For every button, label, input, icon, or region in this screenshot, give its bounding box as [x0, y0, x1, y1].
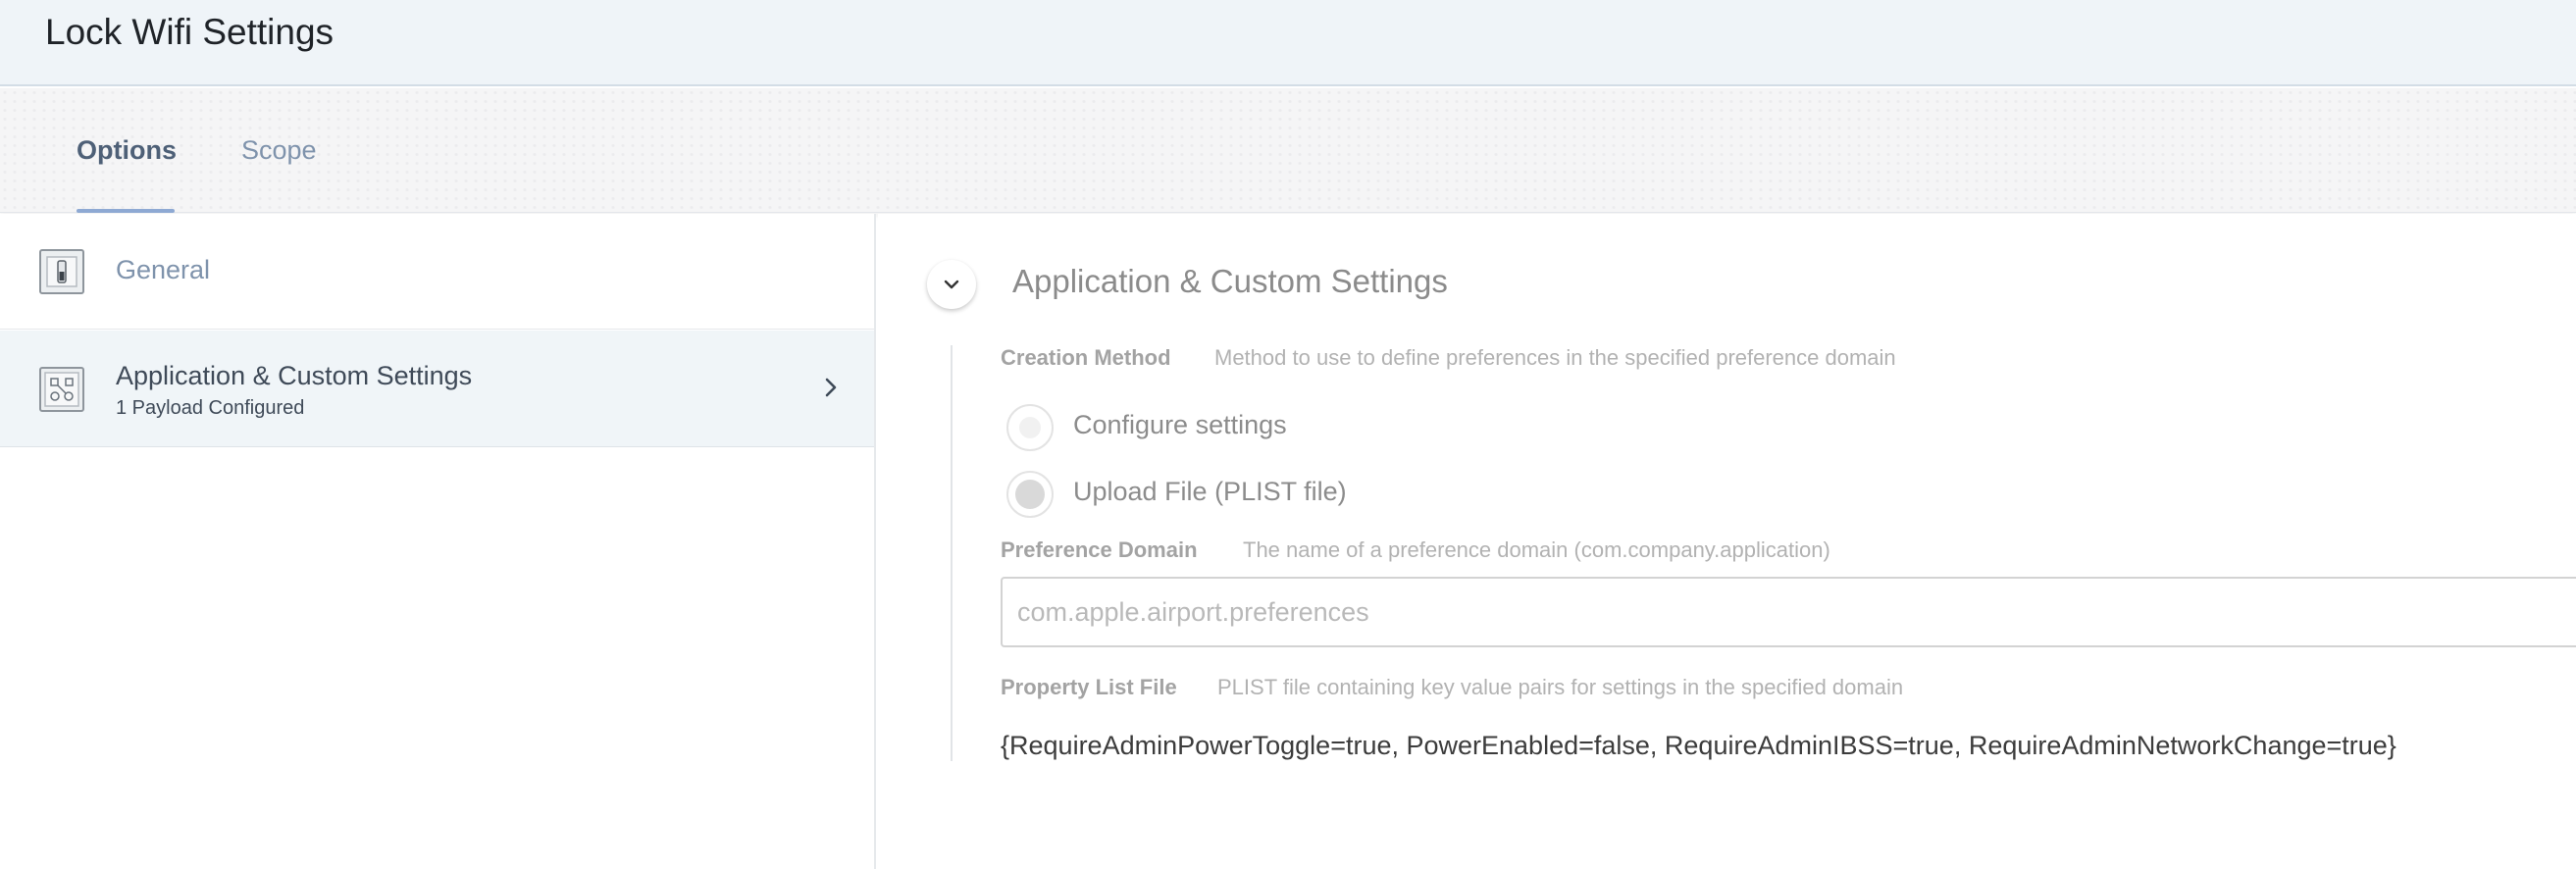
sidebar-item-label: Application & Custom Settings: [116, 361, 473, 390]
sidebar: General Application & Custom Settings 1 …: [0, 214, 876, 869]
radio-label-configure-settings: Configure settings: [1073, 410, 1287, 439]
property-list-label: Property List File: [1001, 675, 1177, 699]
preference-domain-input[interactable]: [1001, 577, 2576, 647]
tab-bar: Options Scope: [0, 88, 2576, 213]
switch-icon: [39, 249, 84, 294]
app-settings-icon: [39, 367, 84, 412]
creation-method-description: Method to use to define preferences in t…: [1214, 345, 1896, 370]
preference-domain-description: The name of a preference domain (com.com…: [1243, 537, 1830, 562]
section-divider: [951, 345, 953, 761]
chevron-right-icon[interactable]: [820, 377, 842, 398]
payload-count: 1 Payload Configured: [116, 397, 305, 419]
preference-domain-label: Preference Domain: [1001, 537, 1198, 562]
collapse-button[interactable]: [927, 260, 976, 309]
creation-method-label: Creation Method: [1001, 345, 1171, 370]
sidebar-item-general[interactable]: General: [0, 214, 874, 330]
main-panel: Application & Custom Settings Creation M…: [878, 214, 2576, 869]
tab-options[interactable]: Options: [77, 88, 177, 213]
sidebar-item-app-custom-settings[interactable]: Application & Custom Settings 1 Payload …: [0, 331, 874, 447]
section-title: Application & Custom Settings: [1012, 263, 1448, 299]
radio-label-upload-file: Upload File (PLIST file): [1073, 477, 1347, 506]
header-bar: Lock Wifi Settings: [0, 0, 2576, 86]
page-title: Lock Wifi Settings: [45, 12, 335, 52]
radio-configure-settings[interactable]: [1006, 404, 1054, 451]
sidebar-item-label: General: [116, 255, 211, 284]
property-list-description: PLIST file containing key value pairs fo…: [1217, 675, 1904, 699]
tab-scope[interactable]: Scope: [241, 88, 320, 213]
chevron-down-icon: [944, 280, 959, 289]
property-list-value: {RequireAdminPowerToggle=true, PowerEnab…: [1001, 731, 2396, 760]
radio-upload-file[interactable]: [1006, 471, 1054, 518]
